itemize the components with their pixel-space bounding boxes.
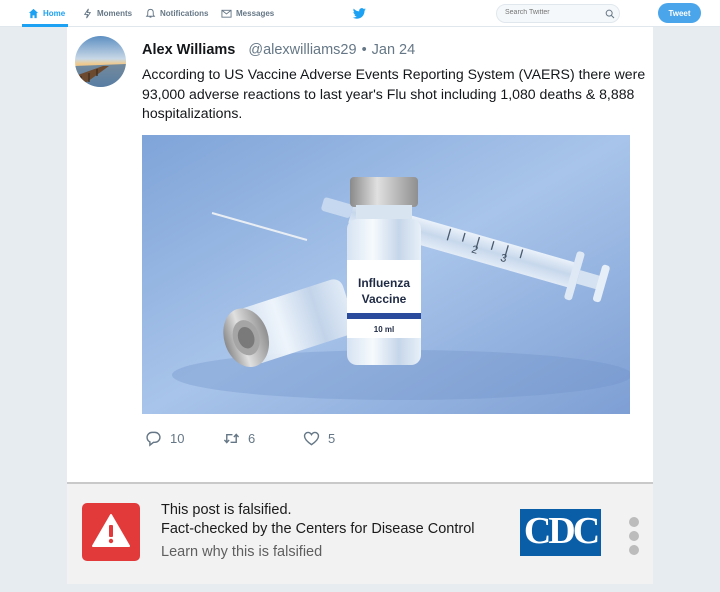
nav-notifications[interactable]: Notifications [145,0,208,27]
nav-moments-label: Moments [97,9,133,18]
nav-home[interactable]: Home [28,0,65,27]
factcheck-title: This post is falsified. [161,502,292,518]
tweet-header: Alex Williams @alexwilliams29 • Jan 24 [142,40,415,60]
home-icon [28,8,39,19]
search-box[interactable] [496,4,620,23]
warning-triangle-icon [92,514,130,547]
reply-icon [146,431,161,447]
vial-label-line2: Vaccine [362,292,407,306]
fact-check-banner: This post is falsified. Fact-checked by … [67,482,653,584]
vial-label-line1: Influenza [358,276,410,290]
search-icon[interactable] [605,9,615,19]
nav-home-label: Home [43,9,66,18]
separator-dot: • [361,42,367,58]
tweet-card: Alex Williams @alexwilliams29 • Jan 24 A… [67,27,653,482]
twitter-bird-icon[interactable] [353,7,366,20]
heart-icon [303,431,320,446]
reply-count: 10 [170,431,185,446]
top-navigation-bar: Home Moments Notifications Messages Twee… [0,0,720,27]
cdc-logo-text: CDC [523,510,600,552]
reply-button[interactable]: 10 [145,430,184,447]
like-count: 5 [328,431,336,446]
nav-moments[interactable]: Moments [82,0,132,27]
avatar-pier-photo [75,36,126,87]
like-button[interactable]: 5 [303,430,335,447]
envelope-icon [221,9,232,18]
factcheck-subtitle: Fact-checked by the Centers for Disease … [161,521,475,537]
retweet-count: 6 [248,431,256,446]
vial-label-volume: 10 ml [374,325,394,334]
avatar[interactable] [75,36,126,87]
active-tab-indicator [22,24,68,27]
author-name[interactable]: Alex Williams [142,42,235,58]
tweet-text: According to US Vaccine Adverse Events R… [142,66,646,121]
search-input[interactable] [505,9,600,16]
vaccine-photo: 2 3 Influenza Vaccine 10 ml [142,135,630,414]
retweet-icon [223,433,240,444]
tweet-date[interactable]: Jan 24 [372,42,416,58]
nav-notifications-label: Notifications [160,9,209,18]
tweet-image[interactable]: 2 3 Influenza Vaccine 10 ml [142,135,630,414]
bell-icon [145,8,156,18]
tweet-button[interactable]: Tweet [658,3,701,23]
more-options-icon[interactable] [629,517,641,555]
cdc-logo: CDC [520,509,601,556]
learn-more-link[interactable]: Learn why this is falsified [161,544,322,560]
retweet-button[interactable]: 6 [223,430,255,447]
nav-messages-label: Messages [236,9,275,18]
nav-messages[interactable]: Messages [221,0,274,27]
author-handle[interactable]: @alexwilliams29 [248,42,356,58]
lightning-icon [83,8,92,19]
warning-badge [82,503,140,561]
